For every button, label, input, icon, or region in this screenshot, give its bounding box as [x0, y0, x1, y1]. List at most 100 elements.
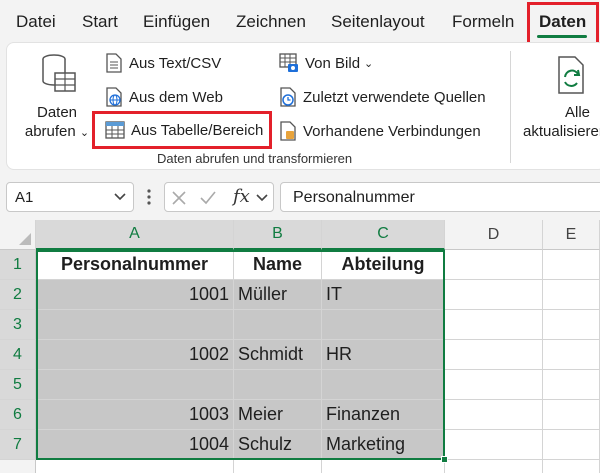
- more-options-icon[interactable]: [146, 188, 152, 206]
- cell-c7[interactable]: Marketing: [322, 430, 445, 460]
- name-box[interactable]: A1: [6, 182, 134, 212]
- tab-start[interactable]: Start: [82, 12, 118, 32]
- row-header-1[interactable]: 1: [0, 250, 36, 280]
- column-header-e[interactable]: E: [543, 220, 600, 250]
- cancel-icon[interactable]: [171, 190, 187, 206]
- web-page-icon: [106, 87, 122, 107]
- from-picture-button[interactable]: Von Bild ⌄: [279, 53, 373, 73]
- recent-sources-button[interactable]: Zuletzt verwendete Quellen: [279, 87, 486, 107]
- cell-d2[interactable]: [445, 280, 543, 310]
- cell-a7[interactable]: 1004: [36, 430, 234, 460]
- highlight-box-daten-tab: [527, 2, 599, 46]
- tab-einfuegen[interactable]: Einfügen: [143, 12, 210, 32]
- cell-e4[interactable]: [543, 340, 600, 370]
- cell-b8[interactable]: [234, 460, 322, 473]
- get-data-button[interactable]: Daten abrufen ⌄: [17, 49, 97, 147]
- cell-a5[interactable]: [36, 370, 234, 400]
- cell-a1[interactable]: Personalnummer: [36, 250, 234, 280]
- chevron-down-icon[interactable]: [255, 192, 269, 204]
- ribbon-separator: [510, 51, 511, 163]
- cell-e6[interactable]: [543, 400, 600, 430]
- cell-d8[interactable]: [445, 460, 543, 473]
- cell-a3[interactable]: [36, 310, 234, 340]
- cell-b3[interactable]: [234, 310, 322, 340]
- highlight-box-from-table-range: [92, 111, 272, 149]
- cell-d3[interactable]: [445, 310, 543, 340]
- insert-function-icon[interactable]: fx: [233, 186, 250, 207]
- column-header-c[interactable]: C: [322, 220, 445, 250]
- cell-e7[interactable]: [543, 430, 600, 460]
- formula-value: Personalnummer: [293, 189, 415, 206]
- cell-a6[interactable]: 1003: [36, 400, 234, 430]
- tab-datei[interactable]: Datei: [16, 12, 56, 32]
- row-header-8[interactable]: [0, 460, 36, 473]
- existing-connections-button[interactable]: Vorhandene Verbindungen: [279, 121, 481, 141]
- chevron-down-icon[interactable]: [113, 191, 127, 203]
- cell-e3[interactable]: [543, 310, 600, 340]
- refresh-icon: [558, 56, 584, 94]
- corner-triangle-icon: [19, 233, 31, 245]
- row-header-4[interactable]: 4: [0, 340, 36, 370]
- select-all-corner[interactable]: [0, 220, 36, 250]
- from-text-csv-button[interactable]: Aus Text/CSV: [105, 53, 221, 73]
- cell-c1[interactable]: Abteilung: [322, 250, 445, 280]
- cell-c2[interactable]: IT: [322, 280, 445, 310]
- column-header-d[interactable]: D: [445, 220, 543, 250]
- tab-zeichnen[interactable]: Zeichnen: [236, 12, 306, 32]
- cell-e8[interactable]: [543, 460, 600, 473]
- column-header-b[interactable]: B: [234, 220, 322, 250]
- refresh-all-label-2: aktualisieren: [523, 123, 600, 140]
- existing-connections-label: Vorhandene Verbindungen: [303, 122, 481, 140]
- cell-c8[interactable]: [322, 460, 445, 473]
- cell-d4[interactable]: [445, 340, 543, 370]
- menu-tabs: Datei Start Einfügen Zeichnen Seitenlayo…: [0, 0, 600, 46]
- fill-handle[interactable]: [441, 456, 448, 463]
- cell-c3[interactable]: [322, 310, 445, 340]
- cell-e5[interactable]: [543, 370, 600, 400]
- name-box-value: A1: [15, 189, 34, 206]
- row-header-2[interactable]: 2: [0, 280, 36, 310]
- cell-d1[interactable]: [445, 250, 543, 280]
- cell-a8[interactable]: [36, 460, 234, 473]
- from-web-button[interactable]: Aus dem Web: [105, 87, 223, 107]
- formula-input[interactable]: Personalnummer: [280, 182, 600, 212]
- cell-b2[interactable]: Müller: [234, 280, 322, 310]
- row-header-7[interactable]: 7: [0, 430, 36, 460]
- cell-d5[interactable]: [445, 370, 543, 400]
- refresh-all-button[interactable]: Alle aktualisieren: [519, 49, 600, 147]
- row-header-3[interactable]: 3: [0, 310, 36, 340]
- cell-e2[interactable]: [543, 280, 600, 310]
- get-data-label-1: Daten: [36, 104, 78, 121]
- cell-d6[interactable]: [445, 400, 543, 430]
- cell-b4[interactable]: Schmidt: [234, 340, 322, 370]
- database-table-icon: [42, 54, 76, 92]
- from-web-label: Aus dem Web: [129, 88, 223, 106]
- row-header-5[interactable]: 5: [0, 370, 36, 400]
- connection-file-icon: [280, 121, 296, 141]
- group-label-get-transform: Daten abrufen und transformieren: [157, 151, 353, 166]
- cell-b7[interactable]: Schulz: [234, 430, 322, 460]
- get-data-label-2: abrufen ⌄: [24, 123, 90, 140]
- chevron-down-icon: ⌄: [79, 127, 90, 139]
- cell-a4[interactable]: 1002: [36, 340, 234, 370]
- cell-c5[interactable]: [322, 370, 445, 400]
- tab-formeln[interactable]: Formeln: [452, 12, 514, 32]
- tab-seitenlayout[interactable]: Seitenlayout: [331, 12, 425, 32]
- text-file-icon: [106, 53, 122, 73]
- ribbon: Daten abrufen ⌄ Aus Text/CSV Aus dem Web…: [6, 42, 600, 170]
- recent-clock-icon: [280, 87, 296, 107]
- cell-d7[interactable]: [445, 430, 543, 460]
- picture-table-icon: [279, 53, 298, 72]
- cell-c4[interactable]: HR: [322, 340, 445, 370]
- cell-b5[interactable]: [234, 370, 322, 400]
- cell-b1[interactable]: Name: [234, 250, 322, 280]
- chevron-down-icon: ⌄: [364, 57, 374, 70]
- spreadsheet-grid: A B C D E 1 2 3 4 5 6 7 Personalnummer N…: [0, 220, 600, 473]
- column-header-a[interactable]: A: [36, 220, 234, 250]
- cell-a2[interactable]: 1001: [36, 280, 234, 310]
- row-header-6[interactable]: 6: [0, 400, 36, 430]
- cell-c6[interactable]: Finanzen: [322, 400, 445, 430]
- cell-e1[interactable]: [543, 250, 600, 280]
- cell-b6[interactable]: Meier: [234, 400, 322, 430]
- confirm-icon[interactable]: [199, 190, 217, 206]
